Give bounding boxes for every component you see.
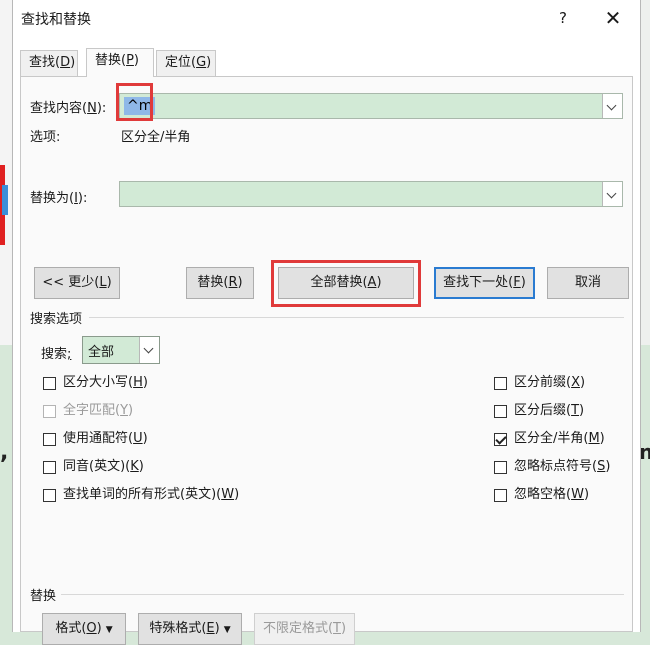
search-direction-label: 搜索;: [41, 347, 72, 362]
checkbox-box[interactable]: [494, 489, 507, 502]
replace-with-input[interactable]: [119, 181, 623, 207]
checkbox-box[interactable]: [43, 433, 56, 446]
replace-section-heading: 替换: [30, 589, 57, 604]
checkbox-box[interactable]: [43, 461, 56, 474]
background-document-left: ,: [0, 0, 12, 632]
checkbox-box[interactable]: [43, 377, 56, 390]
checkbox-box[interactable]: [43, 489, 56, 502]
find-replace-dialog: 查找和替换 ? ✕ 查找内容(N): ^m 选项: 区分全/半角 替换为(I):…: [12, 0, 641, 645]
search-options-heading: 搜索选项: [30, 312, 83, 327]
replace-with-label: 替换为(I):: [30, 191, 88, 206]
background-green-area: [0, 345, 12, 632]
replace-tab-panel: 查找内容(N): ^m 选项: 区分全/半角 替换为(I): << 更少(L) …: [20, 76, 633, 645]
no-formatting-button: 不限定格式(T): [254, 613, 355, 645]
dialog-title: 查找和替换: [21, 12, 91, 28]
chevron-down-icon[interactable]: [602, 94, 622, 118]
less-button[interactable]: << 更少(L): [34, 267, 120, 299]
options-value: 区分全/半角: [121, 130, 191, 145]
find-next-button[interactable]: 查找下一处(F): [434, 267, 535, 299]
checkbox-box: [43, 405, 56, 418]
section-divider: [61, 594, 624, 595]
background-green-area: [641, 345, 650, 632]
search-direction-select[interactable]: 全部: [82, 336, 160, 364]
find-what-label: 查找内容(N):: [30, 101, 107, 116]
section-divider: [89, 317, 624, 318]
checkbox-box[interactable]: [494, 461, 507, 474]
chevron-down-icon[interactable]: [602, 182, 622, 206]
background-comma-glyph: ,: [0, 440, 9, 465]
tab-replace[interactable]: 替换(P): [86, 48, 154, 77]
search-direction-value: 全部: [88, 345, 115, 360]
cancel-button[interactable]: 取消: [547, 267, 629, 299]
special-button[interactable]: 特殊格式(E) ▼: [138, 613, 242, 645]
background-document-right: n: [639, 0, 650, 632]
checkbox-box[interactable]: [494, 433, 507, 446]
caret-down-icon: ▼: [223, 625, 231, 635]
title-bar: 查找和替换 ? ✕: [13, 0, 640, 36]
tab-find[interactable]: 查找(D): [20, 50, 78, 76]
red-highlight-box: [116, 83, 153, 121]
replace-button[interactable]: 替换(R): [186, 267, 254, 299]
help-button[interactable]: ?: [545, 4, 581, 32]
find-what-input[interactable]: ^m: [119, 93, 623, 119]
format-button[interactable]: 格式(O) ▼: [42, 613, 126, 645]
options-label: 选项:: [30, 130, 61, 145]
red-highlight-box: [271, 260, 421, 307]
close-button[interactable]: ✕: [595, 4, 631, 32]
tab-goto[interactable]: 定位(G): [156, 50, 216, 76]
checkbox-box[interactable]: [494, 377, 507, 390]
caret-down-icon: ▼: [105, 625, 113, 635]
chevron-down-icon[interactable]: [139, 337, 159, 363]
background-blue-mark: [2, 185, 8, 215]
checkbox-box[interactable]: [494, 405, 507, 418]
